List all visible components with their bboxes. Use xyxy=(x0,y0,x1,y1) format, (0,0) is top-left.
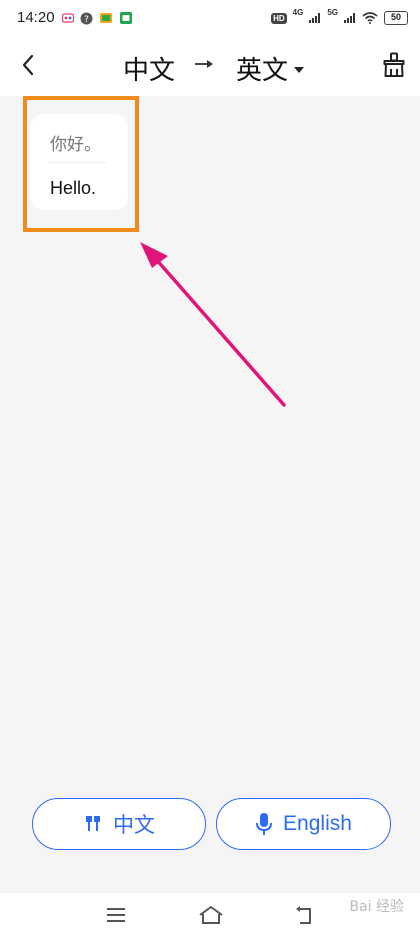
network-label-1: 4G xyxy=(292,8,304,17)
menu-button[interactable] xyxy=(106,907,126,928)
app-notification-icon xyxy=(62,13,74,23)
app-header: 中文 英文 xyxy=(0,36,420,96)
svg-text:?: ? xyxy=(84,15,89,25)
target-language-selector[interactable]: 英文 xyxy=(236,50,305,87)
watermark: Bai 经验 xyxy=(349,899,404,915)
dropdown-caret-icon xyxy=(294,66,305,73)
help-icon: ? xyxy=(80,12,93,25)
battery-indicator: 50 xyxy=(384,11,408,25)
back-icon xyxy=(22,54,34,76)
home-icon xyxy=(199,906,223,924)
status-bar: 14:20 ? HD 4G 5G 50 xyxy=(0,0,420,36)
status-time: 14:20 xyxy=(17,9,55,26)
back-button[interactable] xyxy=(14,50,42,80)
back-nav-button[interactable] xyxy=(294,905,316,930)
network-label-2: 5G xyxy=(327,8,338,17)
hd-voice-icon: HD xyxy=(271,12,287,24)
highlight-annotation-box xyxy=(23,96,139,232)
back-nav-icon xyxy=(296,906,311,924)
clear-history-button[interactable] xyxy=(382,52,406,78)
wallet-icon xyxy=(120,12,132,24)
arrow-right-icon xyxy=(195,60,213,68)
status-notification-icons: ? xyxy=(62,9,133,27)
home-button[interactable] xyxy=(198,905,224,930)
microphone-icon xyxy=(256,813,273,835)
app-badge-icon xyxy=(100,13,112,23)
english-voice-label: English xyxy=(283,812,352,835)
clear-history-icon xyxy=(383,52,405,77)
signal-icon-2 xyxy=(344,13,355,23)
signal-icon xyxy=(309,13,321,23)
earphones-icon xyxy=(86,816,100,831)
menu-icon xyxy=(107,908,125,922)
english-voice-button[interactable]: English xyxy=(216,798,391,850)
chinese-voice-button[interactable]: 中文 xyxy=(32,798,206,850)
wifi-icon xyxy=(362,12,378,24)
status-system-icons: HD 4G 5G 50 xyxy=(271,9,408,27)
source-language-label[interactable]: 中文 xyxy=(123,50,175,87)
target-language-label: 英文 xyxy=(236,55,289,85)
chinese-voice-label: 中文 xyxy=(113,814,155,837)
